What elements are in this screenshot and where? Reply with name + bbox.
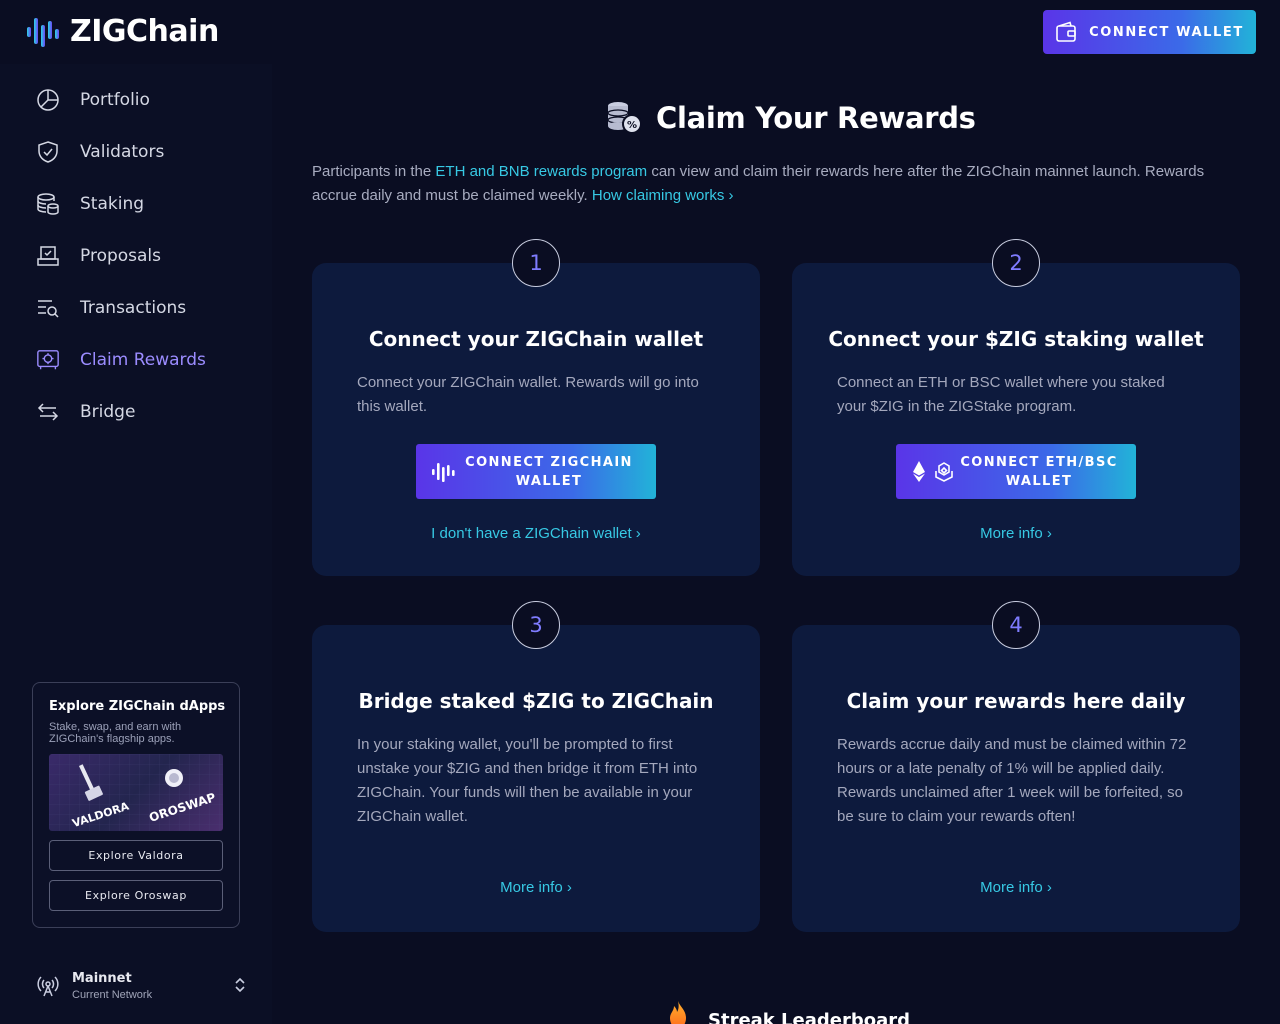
step-number-1: 1 [512, 239, 560, 287]
streak-leaderboard-heading: Streak Leaderboard [662, 998, 910, 1024]
step-number-4: 4 [992, 601, 1040, 649]
dapps-title: Explore ZIGChain dApps [49, 699, 226, 714]
sidebar-item-proposals[interactable]: Proposals [36, 242, 161, 270]
step-number-2: 2 [992, 239, 1040, 287]
rewards-program-link[interactable]: ETH and BNB rewards program [435, 163, 647, 180]
list-search-icon [36, 296, 60, 320]
sidebar-item-label: Transactions [80, 298, 187, 318]
step-card-4: Claim your rewards here daily Rewards ac… [792, 625, 1240, 932]
fire-icon [670, 1000, 686, 1024]
page-title: Claim Your Rewards [656, 101, 976, 135]
antenna-icon [37, 976, 59, 997]
top-header: ZIGChain CONNECT WALLET [0, 0, 1280, 64]
coins-percent-icon: % [607, 102, 642, 134]
sidebar-item-label: Claim Rewards [80, 350, 206, 370]
step-card-2: Connect your $ZIG staking wallet Connect… [792, 263, 1240, 576]
eth-bnb-icon [913, 460, 953, 482]
step-3-description: In your staking wallet, you'll be prompt… [357, 736, 698, 825]
intro-text-1: Participants in the [312, 163, 436, 180]
zigchain-logo[interactable]: ZIGChain [26, 14, 219, 49]
step-card-3: Bridge staked $ZIG to ZIGChain In your s… [312, 625, 760, 932]
sidebar-item-validators[interactable]: Validators [36, 138, 164, 166]
sidebar-item-bridge[interactable]: Bridge [36, 398, 135, 426]
step-4-title: Claim your rewards here daily [846, 689, 1186, 713]
logo-text: ZIGChain [70, 14, 219, 49]
network-selector[interactable]: Mainnet Current Network [36, 966, 246, 1006]
intro-paragraph: Participants in the ETH and BNB rewards … [312, 160, 1212, 208]
connect-wallet-button[interactable]: CONNECT WALLET [1043, 10, 1256, 54]
how-claiming-works-link[interactable]: How claiming works › [592, 187, 734, 204]
dapps-banner-art-icon: VALDORA OROSWAP [49, 754, 223, 831]
zigchain-logo-mark-icon [27, 17, 59, 47]
ballot-box-icon [36, 244, 60, 268]
network-info: Mainnet Current Network [72, 971, 152, 1001]
sidebar-item-label: Portfolio [80, 90, 150, 110]
arrows-swap-icon [36, 400, 60, 424]
explore-oroswap-button[interactable]: Explore Oroswap [49, 880, 223, 911]
step-2-more-info-link[interactable]: More info › [792, 525, 1240, 542]
gift-box-icon [36, 348, 60, 372]
step-4-more-info-link[interactable]: More info › [792, 879, 1240, 896]
dapps-subtitle: Stake, swap, and earn with ZIGChain's fl… [49, 721, 182, 745]
step-card-1: Connect your ZIGChain wallet Connect you… [312, 263, 760, 576]
step-2-description: Connect an ETH or BSC wallet where you s… [837, 374, 1165, 415]
sidebar-item-transactions[interactable]: Transactions [36, 294, 186, 322]
step-number-3: 3 [512, 601, 560, 649]
pie-chart-icon [36, 88, 60, 112]
dapps-banner-image: VALDORA OROSWAP [49, 754, 223, 831]
sidebar-item-label: Validators [80, 142, 165, 162]
no-zigchain-wallet-link[interactable]: I don't have a ZIGChain wallet › [312, 525, 760, 542]
step-3-title: Bridge staked $ZIG to ZIGChain [358, 689, 714, 713]
connect-eth-bsc-wallet-button[interactable]: CONNECT ETH/BSC WALLET [896, 444, 1136, 499]
wallet-icon [1056, 21, 1076, 42]
sidebar-item-label: Bridge [80, 402, 136, 422]
explore-dapps-card: Explore ZIGChain dApps Stake, swap, and … [32, 682, 240, 928]
connect-eth-bsc-wallet-label: CONNECT ETH/BSC WALLET [960, 454, 1118, 489]
network-subtitle: Current Network [72, 989, 153, 1001]
shield-check-icon [36, 140, 60, 164]
zigchain-logo-mark-icon [432, 462, 455, 482]
step-4-description: Rewards accrue daily and must be claimed… [837, 736, 1187, 825]
network-name: Mainnet [72, 971, 132, 986]
connect-zigchain-wallet-button[interactable]: CONNECT ZIGCHAIN WALLET [416, 444, 656, 499]
step-1-description: Connect your ZIGChain wallet. Rewards wi… [357, 374, 699, 415]
sidebar-item-label: Proposals [80, 246, 162, 266]
sidebar: Portfolio Validators Staking Proposals T… [0, 64, 272, 1024]
coins-stack-icon [36, 192, 60, 216]
sidebar-item-label: Staking [80, 194, 145, 214]
step-2-title: Connect your $ZIG staking wallet [828, 327, 1204, 351]
connect-wallet-label: CONNECT WALLET [1089, 24, 1244, 40]
chevron-up-down-icon [235, 977, 245, 993]
sidebar-item-staking[interactable]: Staking [36, 190, 144, 218]
step-1-title: Connect your ZIGChain wallet [368, 327, 704, 351]
svg-text:%: % [627, 120, 637, 131]
connect-zigchain-wallet-label: CONNECT ZIGCHAIN WALLET [465, 454, 633, 489]
sidebar-item-claim-rewards[interactable]: Claim Rewards [36, 346, 206, 374]
streak-leaderboard-title: Streak Leaderboard [708, 1010, 910, 1024]
sidebar-item-portfolio[interactable]: Portfolio [36, 86, 150, 114]
page-title-row: % Claim Your Rewards [606, 100, 976, 136]
explore-valdora-button[interactable]: Explore Valdora [49, 840, 223, 871]
step-3-more-info-link[interactable]: More info › [312, 879, 760, 896]
